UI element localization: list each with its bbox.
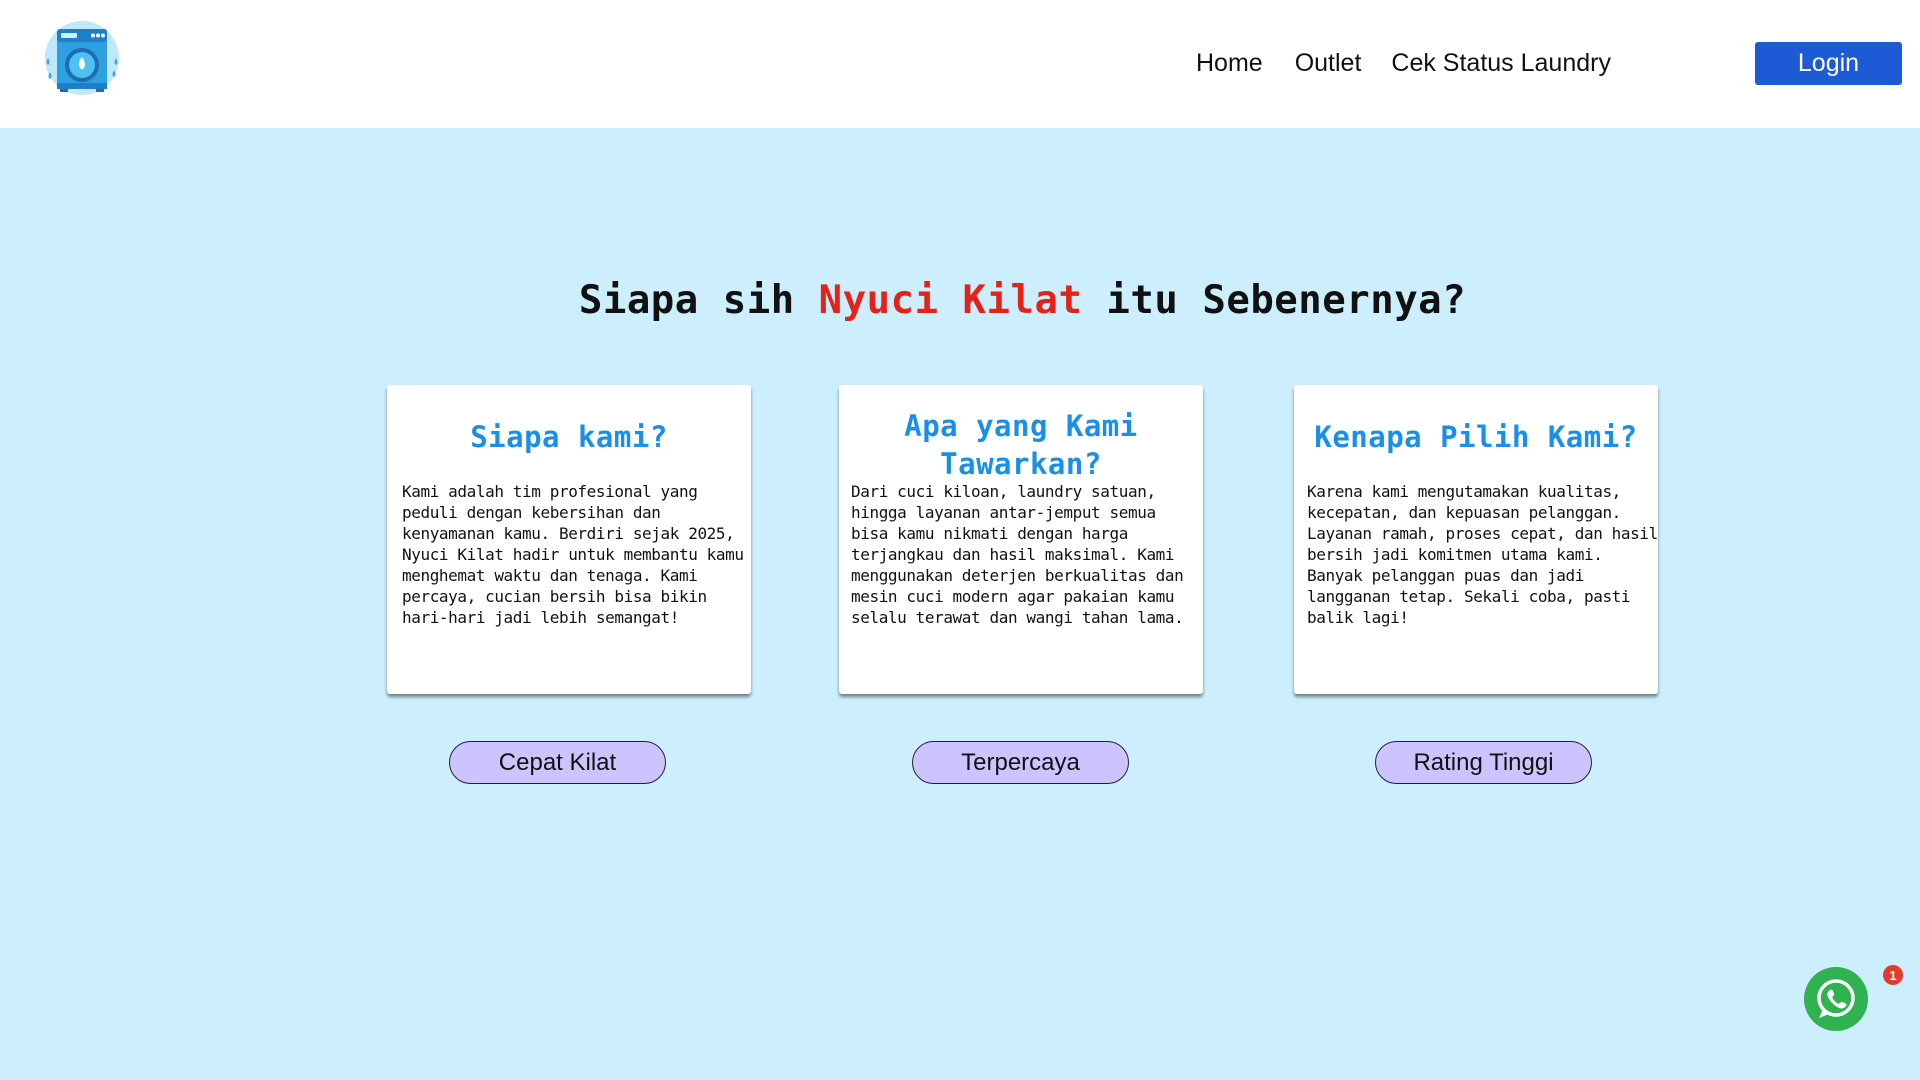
- brand-name: Nyuci Kilat: [818, 278, 1083, 323]
- card-title: Apa yang Kami Tawarkan?: [904, 409, 1138, 481]
- info-card-who: Siapa kami? Kami adalah tim profesional …: [387, 385, 751, 694]
- card-title: Siapa kami?: [470, 420, 668, 454]
- nav-outlet-link[interactable]: Outlet: [1295, 49, 1362, 78]
- card-text: Dari cuci kiloan, laundry satuan, hingga…: [851, 482, 1184, 627]
- info-card-why: Kenapa Pilih Kami? Karena kami mengutama…: [1294, 385, 1658, 694]
- washing-machine-icon[interactable]: [44, 20, 120, 96]
- page-headline: Siapa sih Nyuci Kilat itu Sebenernya?: [0, 278, 1920, 323]
- headline-prefix: Siapa sih: [578, 278, 819, 323]
- card-text: Karena kami mengutamakan kualitas, kecep…: [1307, 482, 1658, 627]
- badge-trusted: Terpercaya: [912, 741, 1129, 784]
- headline-suffix: itu Sebenernya?: [1082, 278, 1467, 323]
- whatsapp-icon[interactable]: [1804, 967, 1868, 1031]
- card-title: Kenapa Pilih Kami?: [1314, 420, 1638, 454]
- main-nav: Home Outlet Cek Status Laundry: [1196, 46, 1611, 80]
- nav-check-status-link[interactable]: Cek Status Laundry: [1391, 49, 1611, 78]
- badge-fast: Cepat Kilat: [449, 741, 666, 784]
- card-text: Kami adalah tim profesional yang peduli …: [402, 482, 744, 627]
- badge-high-rating: Rating Tinggi: [1375, 741, 1592, 784]
- navbar: Home Outlet Cek Status Laundry Login: [0, 0, 1920, 128]
- info-card-offer: Apa yang Kami Tawarkan? Dari cuci kiloan…: [839, 385, 1203, 694]
- login-button[interactable]: Login: [1755, 42, 1902, 85]
- notification-badge: 1: [1883, 965, 1903, 985]
- nav-home-link[interactable]: Home: [1196, 49, 1263, 78]
